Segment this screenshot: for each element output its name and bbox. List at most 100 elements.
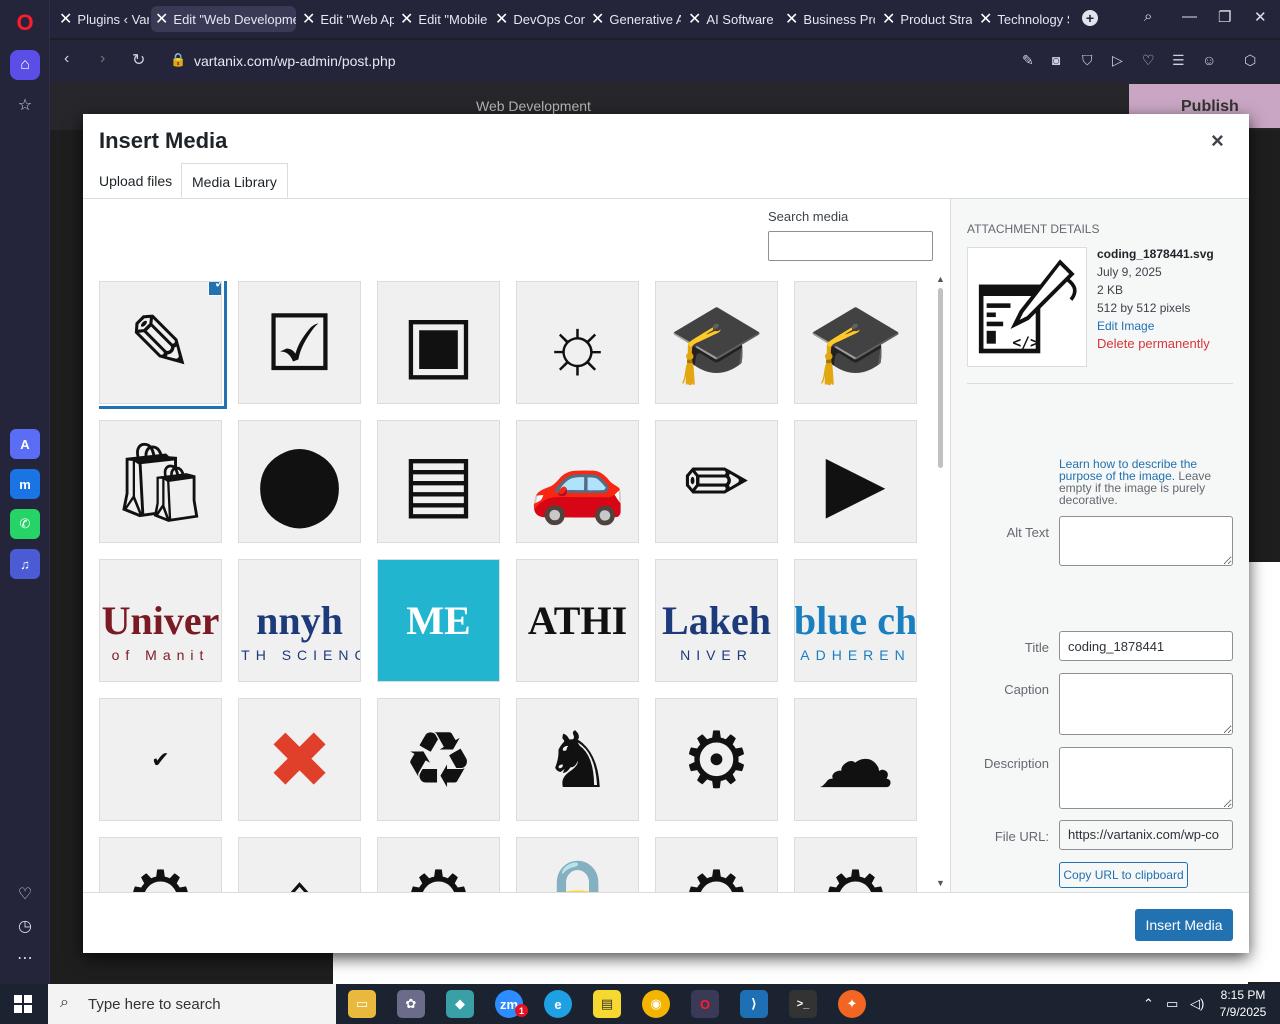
taskbar-search[interactable]: ⌕ Type here to search (48, 984, 336, 1024)
tab-search-icon[interactable]: ⌕ (1144, 8, 1152, 25)
aria-icon[interactable]: A (10, 429, 40, 459)
media-thumbnail[interactable]: 🛍 (99, 420, 222, 543)
edit-icon[interactable]: ✎ (1022, 52, 1034, 69)
music-player-icon[interactable]: ♫ (10, 549, 40, 579)
media-thumbnail[interactable]: blue ch ADHEREN (794, 559, 917, 682)
send-icon[interactable]: ▷ (1112, 52, 1123, 69)
profile-icon[interactable]: ☺ (1202, 52, 1216, 68)
media-thumbnail[interactable]: ♻ (377, 698, 500, 821)
postman-icon[interactable]: ✦ (838, 990, 866, 1018)
opera-logo[interactable]: O (12, 10, 38, 36)
opera-taskbar-icon[interactable]: O (691, 990, 719, 1018)
windows-start-icon[interactable] (14, 995, 32, 1013)
chrome-icon[interactable]: ◉ (642, 990, 670, 1018)
media-thumbnail[interactable]: ☑ (238, 281, 361, 404)
media-thumbnail[interactable]: ✎✓ (99, 281, 227, 409)
media-thumbnail[interactable]: ME (377, 559, 500, 682)
media-thumbnail[interactable]: ⚙ (99, 837, 222, 893)
more-icon[interactable]: ⋯ (10, 943, 40, 973)
app-diamond-icon[interactable]: ◆ (446, 990, 474, 1018)
tab-media-library[interactable]: Media Library (181, 163, 288, 198)
star-icon[interactable]: ☆ (10, 90, 40, 120)
media-thumbnail[interactable]: ✏ (655, 420, 778, 543)
page-selector[interactable]: Web Development (476, 98, 591, 114)
media-thumbnail[interactable]: ✔ (99, 698, 222, 821)
tray-chevron-icon[interactable]: ⌃ (1143, 996, 1154, 1012)
media-thumbnail[interactable]: 🔒 (516, 837, 639, 893)
history-icon[interactable]: ◷ (10, 911, 40, 941)
copy-url-button[interactable]: Copy URL to clipboard (1059, 862, 1188, 888)
media-thumbnail[interactable]: ▣ (377, 281, 500, 404)
close-icon[interactable]: × (1211, 128, 1224, 154)
search-media-input[interactable] (768, 231, 933, 261)
menu-icon[interactable]: ☰ (1172, 52, 1185, 69)
sticky-notes-icon[interactable]: ▤ (593, 990, 621, 1018)
scroll-thumb[interactable] (938, 288, 943, 468)
description-field[interactable] (1059, 747, 1233, 809)
media-thumbnail[interactable]: ATHI (516, 559, 639, 682)
media-thumbnail[interactable]: ♞ (516, 698, 639, 821)
home-icon[interactable]: ⌂ (10, 50, 40, 80)
tab-plugins[interactable]: ✕ Plugins ‹ Vart (55, 6, 149, 32)
media-thumbnail[interactable]: ⚙ (377, 837, 500, 893)
tab-edit-mobile[interactable]: ✕ Edit "Mobile (396, 6, 488, 32)
scroll-down-icon[interactable]: ▼ (936, 878, 945, 888)
tab-upload-files[interactable]: Upload files (89, 163, 182, 198)
taskbar-clock[interactable]: 8:15 PM 7/9/2025 (1212, 987, 1274, 1021)
selected-check-icon[interactable]: ✓ (208, 282, 221, 296)
heart-icon[interactable]: ♡ (1142, 52, 1155, 69)
media-thumbnail[interactable]: Univer of Manit (99, 559, 222, 682)
vscode-icon[interactable]: ⟩ (740, 990, 768, 1018)
maximize-icon[interactable]: ❐ (1218, 8, 1231, 26)
forward-icon[interactable]: › (100, 50, 105, 68)
media-thumbnail[interactable]: ⚙ (794, 837, 917, 893)
url-field[interactable]: vartanix.com/wp-admin/post.php (194, 53, 396, 69)
camera-icon[interactable]: ◙ (1052, 52, 1060, 68)
media-thumbnail[interactable]: ▤ (377, 420, 500, 543)
media-thumbnail[interactable]: ✖ (238, 698, 361, 821)
tab-generative-ai[interactable]: ✕ Generative A (587, 6, 681, 32)
media-thumbnail[interactable]: ▶ (794, 420, 917, 543)
alt-text-field[interactable] (1059, 516, 1233, 566)
messenger-icon[interactable]: m (10, 469, 40, 499)
file-url-field[interactable]: https://vartanix.com/wp-co (1059, 820, 1233, 850)
media-thumbnail[interactable]: ⬤ (238, 420, 361, 543)
tab-technology[interactable]: ✕ Technology S (975, 6, 1069, 32)
tab-product-strategy[interactable]: ✕ Product Strat (878, 6, 972, 32)
media-thumbnail[interactable]: nnyh LTH SCIENC (238, 559, 361, 682)
paint-icon[interactable]: ✿ (397, 990, 425, 1018)
title-field[interactable] (1059, 631, 1233, 661)
new-tab-plus-icon[interactable]: + (1082, 10, 1098, 26)
media-thumbnail[interactable]: 🎓 (655, 281, 778, 404)
insert-media-button[interactable]: Insert Media (1135, 909, 1233, 941)
media-thumbnail[interactable]: ☁ (794, 698, 917, 821)
tab-edit-web-development[interactable]: ✕ Edit "Web Developme (151, 6, 296, 32)
edit-image-link[interactable]: Edit Image (1097, 317, 1214, 335)
network-icon[interactable]: ▭ (1166, 996, 1178, 1012)
extensions-icon[interactable]: ⬡ (1244, 52, 1256, 69)
media-thumbnail[interactable]: Lakeh NIVER (655, 559, 778, 682)
reload-icon[interactable]: ↻ (132, 50, 145, 70)
tab-edit-web-app[interactable]: ✕ Edit "Web Ap (298, 6, 394, 32)
media-thumbnail[interactable]: ⚙ (655, 837, 778, 893)
media-thumbnail[interactable]: ⚙ (655, 698, 778, 821)
back-icon[interactable]: ‹ (64, 50, 69, 68)
media-thumbnail[interactable]: 🚗 (516, 420, 639, 543)
media-thumbnail[interactable]: ☼ (516, 281, 639, 404)
edge-icon[interactable]: e (544, 990, 572, 1018)
grid-scrollbar[interactable]: ▲ ▼ (936, 274, 945, 892)
shield-icon[interactable]: ⛉ (1082, 52, 1093, 69)
scroll-up-icon[interactable]: ▲ (936, 274, 945, 284)
file-explorer-icon[interactable]: ▭ (348, 990, 376, 1018)
minimize-icon[interactable]: — (1182, 8, 1197, 25)
whatsapp-icon[interactable]: ✆ (10, 509, 40, 539)
media-thumbnail[interactable]: ⌂ (238, 837, 361, 893)
terminal-icon[interactable]: >_ (789, 990, 817, 1018)
tab-business-pro[interactable]: ✕ Business Pro (781, 6, 875, 32)
media-thumbnail[interactable]: 🎓 (794, 281, 917, 404)
tab-devops[interactable]: ✕ DevOps Con (491, 6, 585, 32)
volume-icon[interactable]: ◁) (1190, 996, 1204, 1012)
tab-ai-software[interactable]: ✕ AI Software I (684, 6, 778, 32)
close-window-icon[interactable]: ✕ (1254, 8, 1267, 26)
delete-permanently-link[interactable]: Delete permanently (1097, 335, 1214, 353)
